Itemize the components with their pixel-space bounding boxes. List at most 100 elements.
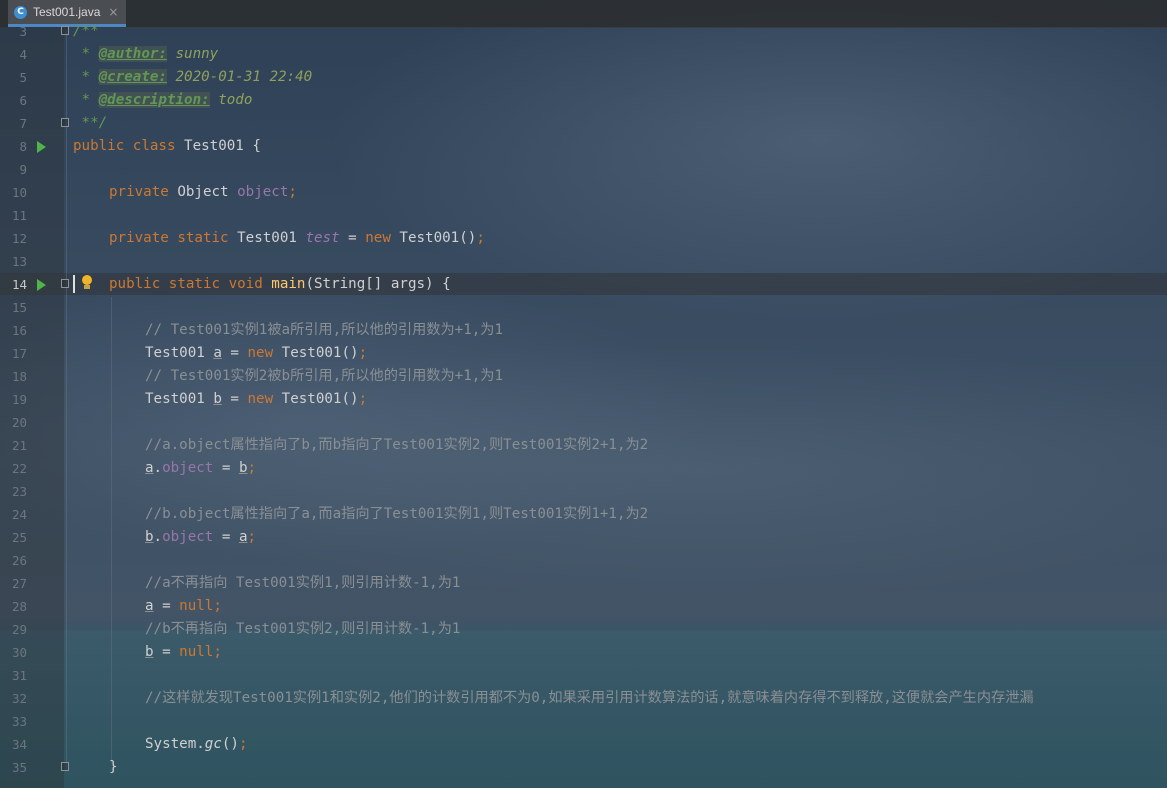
code-fragment: Test001 { bbox=[175, 138, 261, 154]
code-text: private static Test001 test = new Test00… bbox=[109, 227, 485, 250]
code-line[interactable]: 21 //a.object属性指向了b,而b指向了Test001实例2,则Test… bbox=[0, 434, 1167, 457]
code-line[interactable]: 22 a.object = b; bbox=[0, 457, 1167, 480]
code-line[interactable]: 30 b = null; bbox=[0, 641, 1167, 664]
operator: = bbox=[153, 644, 180, 660]
doc-comment: /** bbox=[73, 23, 99, 39]
close-icon[interactable]: × bbox=[108, 5, 118, 19]
code-line[interactable]: 17 Test001 a = new Test001(); bbox=[0, 342, 1167, 365]
code-fragment: () bbox=[221, 736, 239, 752]
semicolon: ; bbox=[358, 345, 368, 361]
code-line[interactable]: 33 bbox=[0, 710, 1167, 733]
code-line[interactable]: 3 /** bbox=[0, 20, 1167, 43]
code-line[interactable]: 24 //b.object属性指向了a,而a指向了Test001实例1,则Test… bbox=[0, 503, 1167, 526]
code-line[interactable]: 4 * @author: sunny bbox=[0, 43, 1167, 66]
keyword: new bbox=[247, 345, 274, 361]
line-number: 4 bbox=[19, 47, 27, 62]
code-line[interactable]: 18 // Test001实例2被b所引用,所以他的引用数为+1,为1 bbox=[0, 365, 1167, 388]
code-line[interactable]: 16 // Test001实例1被a所引用,所以他的引用数为+1,为1 bbox=[0, 319, 1167, 342]
local-variable: a bbox=[145, 598, 154, 614]
code-line[interactable]: 35} bbox=[0, 756, 1167, 779]
code-line[interactable]: 20 bbox=[0, 411, 1167, 434]
code-line[interactable]: 31 bbox=[0, 664, 1167, 687]
code-line[interactable]: 10 private Object object; bbox=[0, 181, 1167, 204]
line-number: 8 bbox=[19, 139, 27, 154]
line-number: 18 bbox=[11, 369, 27, 384]
run-icon[interactable] bbox=[37, 141, 46, 153]
javadoc-tag: @description: bbox=[98, 92, 210, 108]
semicolon: ; bbox=[476, 230, 485, 246]
code-line[interactable]: 14 public static void main(String[] args)… bbox=[0, 273, 1167, 296]
code-line[interactable]: 5 * @create: 2020-01-31 22:40 bbox=[0, 66, 1167, 89]
code-fragment: Test001() bbox=[273, 345, 359, 361]
line-number: 31 bbox=[11, 668, 27, 683]
member-access: . bbox=[153, 460, 163, 476]
line-comment: //b不再指向 Test001实例2,则引用计数-1,为1 bbox=[145, 621, 461, 637]
line-comment: //a不再指向 Test001实例1,则引用计数-1,为1 bbox=[145, 575, 461, 591]
code-line[interactable]: 12 private static Test001 test = new Test… bbox=[0, 227, 1167, 250]
line-number: 34 bbox=[11, 737, 27, 752]
code-text: * @description: todo bbox=[73, 89, 252, 112]
doc-comment: **/ bbox=[73, 115, 108, 131]
run-icon[interactable] bbox=[37, 279, 46, 291]
semicolon: ; bbox=[238, 736, 248, 752]
keyword: new bbox=[247, 391, 274, 407]
operator: = bbox=[221, 391, 248, 407]
code-text: b.object = a; bbox=[145, 526, 256, 549]
code-line[interactable]: 26 bbox=[0, 549, 1167, 572]
javadoc-value: sunny bbox=[166, 46, 219, 62]
text-caret bbox=[73, 275, 75, 293]
field-name: object bbox=[237, 184, 289, 200]
code-line[interactable]: 23 bbox=[0, 480, 1167, 503]
code-fragment: (String[] args) { bbox=[305, 276, 451, 292]
code-line[interactable]: 11 bbox=[0, 204, 1167, 227]
code-line[interactable]: 25 b.object = a; bbox=[0, 526, 1167, 549]
local-variable: b bbox=[238, 460, 248, 476]
fold-icon[interactable] bbox=[61, 762, 69, 771]
code-fragment: } bbox=[109, 759, 118, 775]
member-access: . bbox=[153, 529, 163, 545]
keyword: null bbox=[179, 598, 214, 614]
semicolon: ; bbox=[288, 184, 297, 200]
keyword: private static bbox=[109, 230, 229, 246]
fold-icon[interactable] bbox=[61, 26, 69, 35]
code-line[interactable]: 29 //b不再指向 Test001实例2,则引用计数-1,为1 bbox=[0, 618, 1167, 641]
field-name: object bbox=[162, 460, 214, 476]
code-fragment: Test001() bbox=[390, 230, 477, 246]
code-line[interactable]: 34 System.gc(); bbox=[0, 733, 1167, 756]
local-variable: a bbox=[213, 345, 222, 361]
line-number: 22 bbox=[11, 461, 27, 476]
code-line[interactable]: 7 **/ bbox=[0, 112, 1167, 135]
lightbulb-icon[interactable] bbox=[82, 275, 92, 291]
semicolon: ; bbox=[213, 598, 222, 614]
type-name: Test001 bbox=[228, 230, 306, 246]
fold-icon[interactable] bbox=[61, 118, 69, 127]
code-line[interactable]: 8 public class Test001 { bbox=[0, 135, 1167, 158]
code-line[interactable]: 32 //这样就发现Test001实例1和实例2,他们的计数引用都不为0,如果采用… bbox=[0, 687, 1167, 710]
code-text: * @author: sunny bbox=[73, 43, 218, 66]
code-text: // Test001实例1被a所引用,所以他的引用数为+1,为1 bbox=[145, 319, 503, 342]
line-comment: //a.object属性指向了b,而b指向了Test001实例2,则Test00… bbox=[145, 437, 649, 453]
code-text: private Object object; bbox=[109, 181, 297, 204]
code-text: b = null; bbox=[145, 641, 222, 664]
javadoc-tag: @create: bbox=[98, 69, 167, 85]
operator: = bbox=[153, 598, 180, 614]
code-line[interactable]: 9 bbox=[0, 158, 1167, 181]
code-line[interactable]: 28 a = null; bbox=[0, 595, 1167, 618]
code-text: //b不再指向 Test001实例2,则引用计数-1,为1 bbox=[145, 618, 460, 641]
code-line[interactable]: 15 bbox=[0, 296, 1167, 319]
fold-icon[interactable] bbox=[61, 279, 69, 288]
code-line[interactable]: 19 Test001 b = new Test001(); bbox=[0, 388, 1167, 411]
line-number: 14 bbox=[11, 277, 27, 292]
code-line[interactable]: 6 * @description: todo bbox=[0, 89, 1167, 112]
keyword: public static void bbox=[109, 276, 263, 292]
code-line[interactable]: 13 bbox=[0, 250, 1167, 273]
field-name: object bbox=[162, 529, 214, 545]
javadoc-tag: @author: bbox=[98, 46, 167, 62]
code-text: //b.object属性指向了a,而a指向了Test001实例1,则Test00… bbox=[145, 503, 648, 526]
keyword: null bbox=[179, 644, 214, 660]
code-line[interactable]: 27 //a不再指向 Test001实例1,则引用计数-1,为1 bbox=[0, 572, 1167, 595]
line-number: 13 bbox=[11, 254, 27, 269]
line-number: 26 bbox=[11, 553, 27, 568]
code-text: public static void main(String[] args) { bbox=[109, 273, 451, 296]
